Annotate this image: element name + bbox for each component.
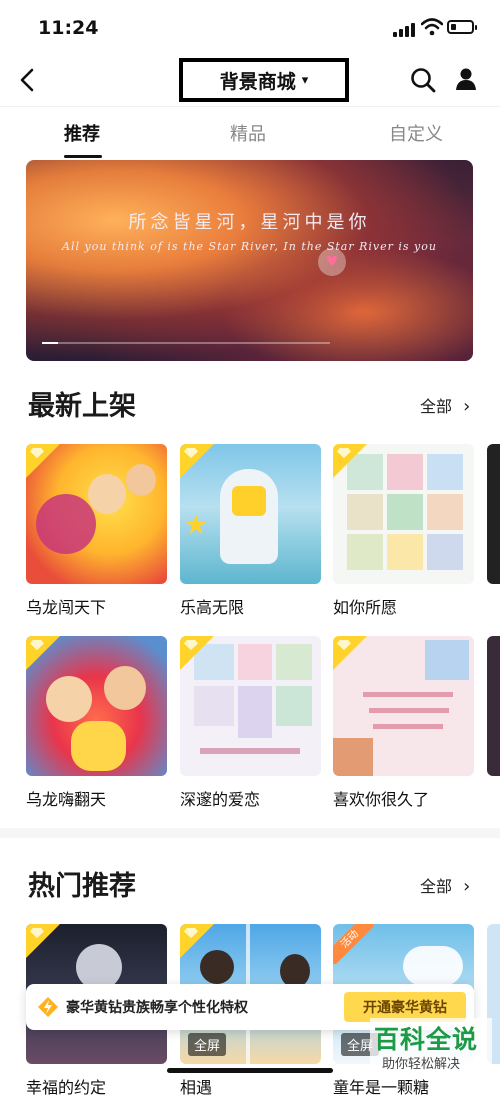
wifi-icon: [421, 18, 443, 36]
see-all-label: 全部: [420, 397, 453, 416]
promo-text: 豪华黄钻贵族畅享个性化特权: [66, 1000, 248, 1016]
diamond-badge-icon: [180, 924, 214, 958]
status-time: 11:24: [38, 17, 99, 39]
theme-card[interactable]: 终: [487, 636, 500, 776]
page-title: 背景商城: [219, 70, 296, 93]
diamond-badge-icon: [180, 636, 214, 670]
theme-name: 相遇: [180, 1078, 213, 1097]
status-bar: 11:24: [0, 0, 500, 58]
section-divider: [0, 828, 500, 838]
see-all-label: 全部: [420, 877, 453, 896]
theme-name: 如你所愿: [333, 598, 398, 617]
diamond-badge-icon: [26, 924, 60, 958]
tab-recommend[interactable]: 推荐: [64, 120, 100, 146]
heart-icon: ♥: [318, 248, 346, 276]
theme-thumbnail: [333, 444, 474, 584]
chevron-down-icon: ▾: [301, 72, 309, 88]
nav-bar: 背景商城 ▾: [0, 58, 500, 107]
diamond-badge-icon: [26, 636, 60, 670]
user-icon[interactable]: [455, 67, 477, 91]
battery-icon: [447, 20, 477, 34]
back-arrow-icon[interactable]: [16, 64, 44, 96]
theme-thumbnail: [26, 636, 167, 776]
chevron-right-icon: ›: [463, 396, 471, 417]
section-title-hot: 热门推荐: [28, 871, 136, 902]
theme-name: 喜欢你很久了: [333, 790, 430, 809]
activity-badge: 活动: [333, 924, 373, 964]
watermark-subtitle: 助你轻松解决: [382, 1057, 461, 1072]
diamond-badge-icon: [26, 444, 60, 478]
lightning-diamond-icon: [38, 997, 58, 1017]
diamond-badge-icon: [333, 444, 367, 478]
see-all-hot-link[interactable]: 全部 ›: [420, 873, 470, 897]
tab-premium[interactable]: 精品: [230, 120, 266, 146]
theme-name: 深邃的爱恋: [180, 790, 261, 809]
theme-thumbnail: [180, 444, 321, 584]
theme-card[interactable]: 心: [487, 444, 500, 584]
theme-name: 幸福的约定: [26, 1078, 107, 1097]
diamond-badge-icon: [180, 444, 214, 478]
tab-custom[interactable]: 自定义: [389, 120, 443, 146]
theme-thumbnail: [487, 636, 500, 776]
watermark-logo: 百科全说 助你轻松解决: [370, 1018, 492, 1076]
promo-banner[interactable]: 所念皆星河，星河中是你 All you think of is the Star…: [26, 160, 473, 361]
carousel-indicator: [42, 342, 330, 344]
diamond-badge-icon: [333, 636, 367, 670]
category-tabs: 推荐 精品 自定义: [0, 112, 500, 158]
theme-thumbnail: [333, 636, 474, 776]
theme-card[interactable]: 乌龙闯天下: [26, 444, 167, 617]
theme-name: 乌龙闯天下: [26, 598, 107, 617]
see-all-new-link[interactable]: 全部 ›: [420, 393, 470, 417]
theme-name: 乐高无限: [180, 598, 245, 617]
watermark-title: 百科全说: [374, 1025, 479, 1054]
chevron-right-icon: ›: [463, 876, 471, 897]
theme-card[interactable]: 喜欢你很久了: [333, 636, 474, 809]
theme-card[interactable]: 乐高无限: [180, 444, 321, 617]
signal-icon: [393, 21, 417, 37]
theme-card[interactable]: 乌龙嗨翻天: [26, 636, 167, 809]
theme-card[interactable]: 深邃的爱恋: [180, 636, 321, 809]
store-title-dropdown[interactable]: 背景商城 ▾: [179, 58, 349, 102]
active-tab-indicator: [64, 155, 102, 158]
home-indicator[interactable]: [167, 1068, 333, 1073]
section-title-new: 最新上架: [28, 391, 136, 422]
theme-thumbnail: [180, 636, 321, 776]
banner-text-en: All you think of is the Star River, In t…: [62, 240, 437, 253]
theme-thumbnail: [487, 444, 500, 584]
theme-name: 乌龙嗨翻天: [26, 790, 107, 809]
banner-text-cn: 所念皆星河，星河中是你: [128, 212, 371, 233]
theme-card[interactable]: 如你所愿: [333, 444, 474, 617]
theme-name: 童年是一颗糖: [333, 1078, 430, 1097]
theme-thumbnail: [26, 444, 167, 584]
search-icon[interactable]: [409, 66, 437, 94]
fullscreen-tag: 全屏: [188, 1033, 227, 1056]
